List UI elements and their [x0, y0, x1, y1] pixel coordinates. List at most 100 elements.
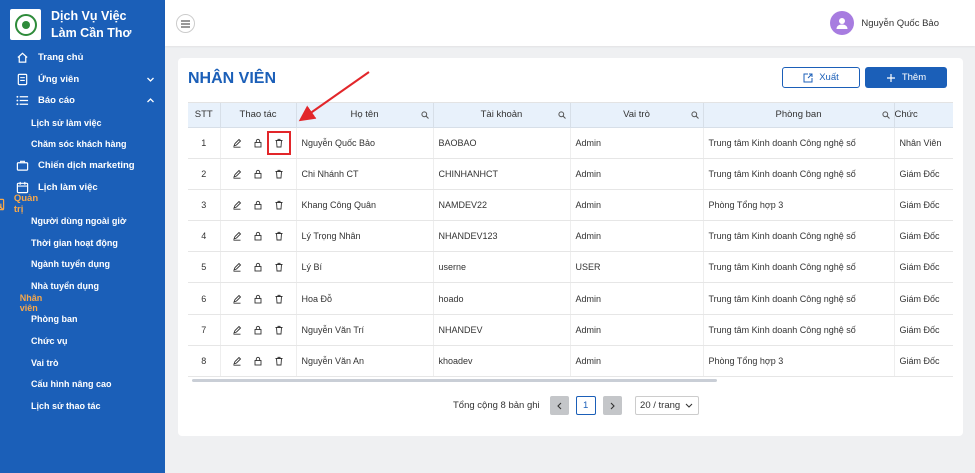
sidebar-item-ung-vien[interactable]: Ứng viên — [0, 69, 165, 91]
total-records: Tổng cộng 8 bản ghi — [453, 400, 540, 411]
sidebar-item-nhan-vien[interactable]: Nhân viên — [0, 293, 43, 313]
table-row[interactable]: 6 Hoa Đỗ hoado Admin Trung tâm Kinh doanh Cô… — [188, 282, 953, 315]
table-row[interactable]: 4 Lý Trọng Nhân NHANDEV123 Admin Trung tâm K… — [188, 220, 953, 253]
cell-name: Lý Bí — [296, 251, 434, 284]
table-row[interactable]: 3 Khang Công Quân NAMDEV22 Admin Phòng Tổng … — [188, 189, 953, 222]
sidebar-item-lich-su-thao-tac[interactable]: Lịch sử thao tác — [0, 395, 165, 417]
delete-icon[interactable] — [273, 324, 285, 336]
staff-table-container[interactable]: STT Thao tác Họ tên Tài khoản Vai trò Phòng b… — [188, 102, 953, 382]
row-actions — [220, 220, 297, 253]
edit-icon[interactable] — [231, 261, 243, 273]
lock-icon[interactable] — [252, 355, 264, 367]
sidebar-item-quan-tri[interactable]: Quản trị — [0, 193, 38, 215]
delete-icon[interactable] — [273, 230, 285, 242]
cell-role: Admin — [570, 127, 704, 159]
export-button[interactable]: Xuất — [782, 67, 860, 88]
cell-name: Chi Nhánh CT — [296, 158, 434, 190]
edit-icon[interactable] — [231, 230, 243, 242]
cell-position: Giám Đốc — [894, 282, 953, 315]
lock-icon[interactable] — [252, 324, 264, 336]
prev-page-button[interactable] — [549, 396, 569, 415]
sidebar-item-lich-su-lam-viec[interactable]: Lịch sử làm việc — [0, 112, 165, 134]
cell-account: hoado — [433, 282, 571, 315]
delete-icon[interactable] — [273, 261, 285, 273]
search-icon[interactable] — [420, 111, 429, 119]
cell-role: Admin — [570, 220, 704, 253]
sidebar-item-label: Lịch sử làm việc — [31, 117, 102, 128]
sidebar-item-cham-soc-khach-hang[interactable]: Chăm sóc khách hàng — [0, 133, 165, 155]
sidebar-item-trang-chu[interactable]: Trang chủ — [0, 47, 165, 69]
sidebar-item-vai-tro[interactable]: Vai trò — [0, 352, 165, 374]
edit-icon[interactable] — [231, 168, 243, 180]
sidebar-item-phong-ban[interactable]: Phòng ban — [0, 309, 165, 331]
sidebar-item-bao-cao[interactable]: Báo cáo — [0, 90, 165, 112]
sidebar-item-label: Người dùng ngoài giờ — [31, 215, 127, 226]
edit-icon[interactable] — [231, 137, 243, 149]
column-header[interactable]: Phòng ban — [703, 103, 895, 128]
cell-name: Nguyễn Quốc Bảo — [296, 127, 434, 159]
cell-position: Giám Đốc — [894, 314, 953, 346]
delete-icon[interactable] — [273, 293, 285, 305]
sidebar-item-chuc-vu[interactable]: Chức vụ — [0, 330, 165, 352]
column-header[interactable]: Chức — [894, 103, 953, 128]
table-row[interactable]: 5 Lý Bí userne USER Trung tâm Kinh doanh Côn… — [188, 251, 953, 284]
lock-icon[interactable] — [252, 293, 264, 305]
delete-icon[interactable] — [273, 168, 285, 180]
row-index: 2 — [188, 158, 221, 190]
next-page-button[interactable] — [602, 396, 622, 415]
cell-account: userne — [433, 251, 571, 284]
lock-icon[interactable] — [252, 137, 264, 149]
edit-icon[interactable] — [231, 355, 243, 367]
cell-department: Trung tâm Kinh doanh Công nghệ số — [703, 127, 895, 159]
sidebar-item-chien-dich-marketing[interactable]: Chiến dịch marketing — [0, 155, 165, 177]
user-menu[interactable]: Nguyễn Quốc Bảo — [830, 11, 939, 35]
sidebar-item-cau-hinh-nang-cao[interactable]: Cấu hình nâng cao — [0, 373, 165, 395]
search-icon[interactable] — [881, 111, 890, 119]
cell-account: NHANDEV123 — [433, 220, 571, 253]
delete-icon[interactable] — [273, 199, 285, 211]
lock-icon[interactable] — [252, 261, 264, 273]
add-button[interactable]: Thêm — [865, 67, 947, 88]
cell-position: Giám Đốc — [894, 189, 953, 222]
edit-icon[interactable] — [231, 199, 243, 211]
column-header[interactable]: Vai trò — [570, 103, 704, 128]
column-header[interactable]: Họ tên — [296, 103, 434, 128]
table-row[interactable]: 8 Nguyễn Văn An khoadev Admin Phòng Tổng hợp… — [188, 345, 953, 378]
lock-icon[interactable] — [252, 230, 264, 242]
edit-icon[interactable] — [231, 293, 243, 305]
cell-account: BAOBAO — [433, 127, 571, 159]
sidebar-item-nguoi-dung-ngoai-gio[interactable]: Người dùng ngoài giờ — [0, 210, 165, 232]
search-icon[interactable] — [690, 111, 699, 119]
page-number-button[interactable]: 1 — [575, 396, 596, 415]
column-header-label: Phòng ban — [775, 109, 822, 121]
topbar: Nguyễn Quốc Bảo — [165, 0, 975, 46]
horizontal-scrollbar[interactable] — [192, 379, 717, 382]
column-header[interactable]: Tài khoản — [433, 103, 571, 128]
menu-toggle-button[interactable] — [176, 14, 195, 33]
sidebar-item-label: Trang chủ — [38, 52, 84, 64]
delete-icon[interactable] — [273, 355, 285, 367]
column-header[interactable]: STT — [188, 103, 221, 128]
row-index: 8 — [188, 345, 221, 378]
page-size-label: 20 / trang — [640, 400, 681, 411]
cell-account: CHINHANHCT — [433, 158, 571, 190]
page-size-select[interactable]: 20 / trang — [634, 396, 699, 415]
sidebar-menu: Trang chủ Ứng viên Báo cáo Lịch sử làm việc… — [0, 47, 165, 417]
edit-icon[interactable] — [231, 324, 243, 336]
table-row[interactable]: 7 Nguyễn Văn Trí NHANDEV Admin Trung tâm Kin… — [188, 314, 953, 346]
home-icon — [15, 51, 29, 65]
search-icon[interactable] — [557, 111, 566, 119]
staff-table: STT Thao tác Họ tên Tài khoản Vai trò Phòng b… — [188, 103, 953, 378]
table-row[interactable]: 2 Chi Nhánh CT CHINHANHCT Admin Trung tâm Ki… — [188, 158, 953, 190]
column-header-label: Chức — [894, 109, 918, 121]
sidebar-item-label: Vai trò — [31, 357, 59, 368]
lock-icon[interactable] — [252, 168, 264, 180]
lock-icon[interactable] — [252, 199, 264, 211]
table-row[interactable]: 1 Nguyễn Quốc Bảo BAOBAO Admin Trung tâm Kin… — [188, 127, 953, 159]
delete-icon[interactable] — [267, 130, 291, 155]
sidebar-item-label: Chăm sóc khách hàng — [31, 139, 127, 150]
sidebar-item-thoi-gian-hoat-dong[interactable]: Thời gian hoạt động — [0, 232, 165, 254]
cell-name: Khang Công Quân — [296, 189, 434, 222]
sidebar-item-nganh-tuyen-dung[interactable]: Ngành tuyển dụng — [0, 253, 165, 275]
column-header[interactable]: Thao tác — [220, 103, 297, 128]
